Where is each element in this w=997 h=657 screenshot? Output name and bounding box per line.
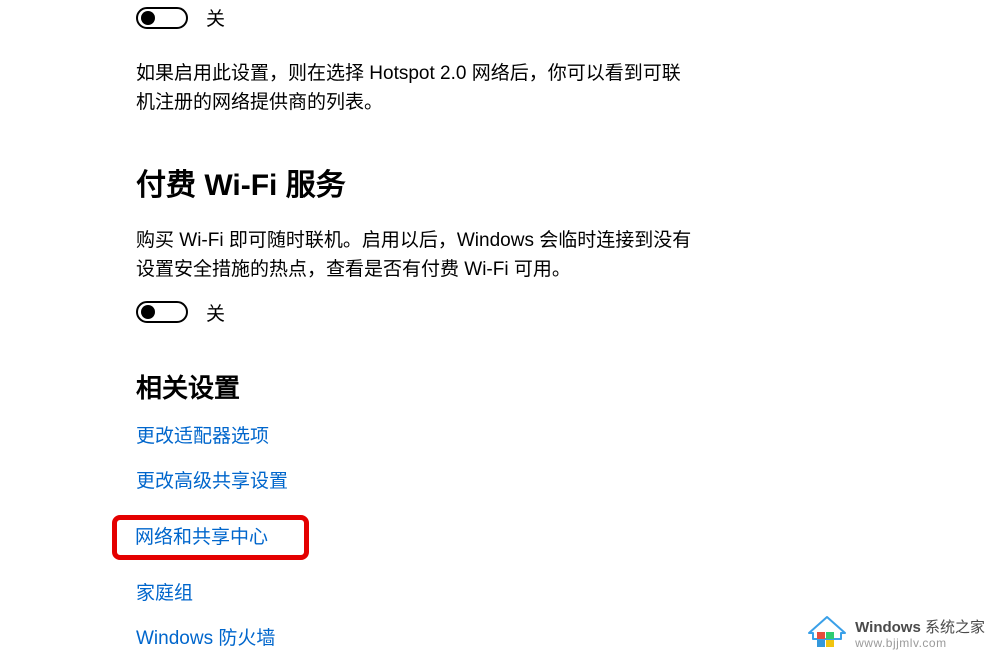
watermark-text: Windows 系统之家 www.bjjmlv.com: [855, 620, 985, 650]
link-adapter-options[interactable]: 更改适配器选项: [136, 427, 269, 446]
paid-wifi-heading: 付费 Wi-Fi 服务: [136, 160, 997, 204]
link-homegroup[interactable]: 家庭组: [136, 584, 193, 603]
hotspot-toggle-label: 关: [206, 4, 225, 31]
hotspot-toggle-row: 关: [136, 4, 997, 31]
paid-wifi-toggle-label: 关: [206, 299, 225, 326]
windows-logo-icon: [807, 615, 847, 655]
watermark-line2: www.bjjmlv.com: [855, 637, 985, 650]
highlight-annotation: 网络和共享中心: [112, 515, 309, 560]
link-advanced-sharing[interactable]: 更改高级共享设置: [136, 472, 288, 491]
paid-wifi-toggle[interactable]: [136, 301, 188, 323]
paid-wifi-toggle-row: 关: [136, 299, 997, 326]
paid-wifi-description: 购买 Wi-Fi 即可随时联机。启用以后，Windows 会临时连接到没有设置安…: [136, 226, 696, 285]
link-network-sharing-center[interactable]: 网络和共享中心: [135, 528, 268, 547]
hotspot-toggle[interactable]: [136, 7, 188, 29]
related-settings-heading: 相关设置: [136, 368, 997, 405]
watermark: Windows 系统之家 www.bjjmlv.com: [807, 615, 985, 655]
watermark-line1: Windows 系统之家: [855, 620, 985, 637]
link-windows-firewall[interactable]: Windows 防火墙: [136, 629, 275, 648]
settings-content: 关 如果启用此设置，则在选择 Hotspot 2.0 网络后，你可以看到可联机注…: [0, 4, 997, 657]
toggle-knob-icon: [141, 11, 155, 25]
hotspot-description: 如果启用此设置，则在选择 Hotspot 2.0 网络后，你可以看到可联机注册的…: [136, 59, 696, 118]
toggle-knob-icon: [141, 305, 155, 319]
